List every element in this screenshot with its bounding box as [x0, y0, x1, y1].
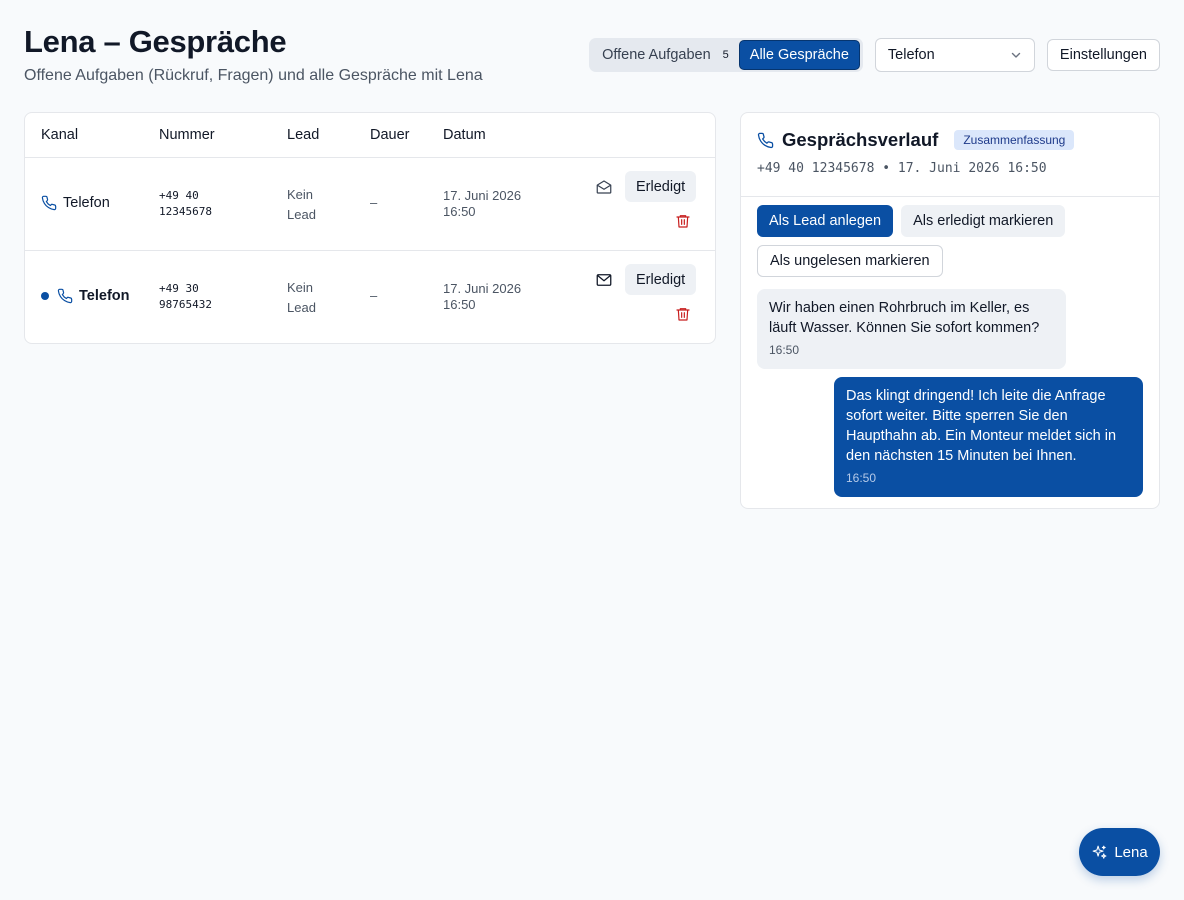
- settings-button[interactable]: Einstellungen: [1046, 39, 1160, 71]
- page-title: Lena – Gespräche: [24, 24, 287, 59]
- done-button[interactable]: Erledigt: [625, 264, 697, 295]
- channel-cell: Telefon: [41, 195, 110, 211]
- conversation-detail-panel: Gesprächsverlauf Zusammenfassung +49 40 …: [740, 112, 1160, 509]
- fab-label: Lena: [1114, 843, 1148, 861]
- detail-actions: Als Lead anlegen Als erledigt markieren …: [757, 205, 1147, 277]
- done-button[interactable]: Erledigt: [625, 171, 697, 202]
- create-lead-button[interactable]: Als Lead anlegen: [757, 205, 894, 237]
- date: 17. Juni 2026 16:50: [443, 281, 522, 312]
- message-outgoing: Das klingt dringend! Ich leite die Anfra…: [834, 377, 1143, 497]
- unread-indicator: [41, 292, 49, 300]
- detail-title: Gesprächsverlauf: [782, 129, 939, 150]
- duration: –: [370, 288, 378, 303]
- sparkles-icon: [1092, 845, 1107, 859]
- view-toggle: Offene Aufgaben 5 Alle Gespräche: [589, 38, 863, 72]
- message-time: 16:50: [846, 471, 877, 485]
- mark-done-button[interactable]: Als erledigt markieren: [901, 205, 1066, 237]
- message-text: Wir haben einen Rohrbruch im Keller, es …: [769, 300, 1040, 336]
- date: 17. Juni 2026 16:50: [443, 188, 522, 219]
- table-header: Kanal Nummer Lead Dauer Datum: [25, 113, 715, 158]
- page-header: Lena – Gespräche Offene Aufgaben (Rückru…: [24, 24, 483, 86]
- mark-unread-button[interactable]: Als ungelesen markieren: [757, 245, 943, 277]
- detail-title-row: Gesprächsverlauf Zusammenfassung: [757, 129, 1143, 151]
- channel-select-value: Telefon: [887, 47, 935, 63]
- page-subtitle: Offene Aufgaben (Rückruf, Fragen) und al…: [24, 67, 483, 84]
- summary-badge[interactable]: Zusammenfassung: [954, 130, 1075, 150]
- detail-header: Gesprächsverlauf Zusammenfassung +49 40 …: [741, 113, 1159, 197]
- phone-number: +49 40 12345678: [159, 189, 212, 218]
- tab-all-conversations[interactable]: Alle Gespräche: [738, 40, 860, 70]
- tab-open-tasks-label: Offene Aufgaben: [602, 47, 711, 63]
- phone-number: +49 30 98765432: [159, 282, 212, 311]
- table-row[interactable]: Telefon +49 40 12345678 Kein Lead – 17. …: [25, 158, 715, 251]
- duration: –: [370, 195, 378, 210]
- open-tasks-count: 5: [722, 49, 729, 61]
- phone-icon: [57, 288, 73, 304]
- lead-status: Kein Lead: [287, 187, 316, 222]
- lead-status: Kein Lead: [287, 280, 316, 315]
- column-header-datum: Datum: [443, 127, 486, 143]
- channel-label: Telefon: [79, 288, 130, 304]
- conversations-table: Kanal Nummer Lead Dauer Datum Telefon +4…: [24, 112, 716, 344]
- column-header-kanal: Kanal: [41, 127, 79, 143]
- phone-icon: [757, 132, 774, 148]
- channel-cell: Telefon: [41, 288, 129, 304]
- chevron-down-icon: [1011, 52, 1021, 58]
- tab-open-tasks[interactable]: Offene Aufgaben 5: [592, 40, 739, 70]
- column-header-nummer: Nummer: [159, 127, 215, 143]
- message-incoming: Wir haben einen Rohrbruch im Keller, es …: [757, 289, 1066, 369]
- channel-label: Telefon: [63, 195, 110, 211]
- trash-icon[interactable]: [675, 213, 691, 229]
- detail-meta: +49 40 12345678 • 17. Juni 2026 16:50: [757, 161, 1047, 176]
- channel-select[interactable]: Telefon: [874, 38, 1035, 72]
- column-header-dauer: Dauer: [370, 127, 410, 143]
- mail-icon[interactable]: [595, 271, 613, 289]
- phone-icon: [41, 195, 57, 211]
- message-text: Das klingt dringend! Ich leite die Anfra…: [846, 388, 1117, 464]
- mail-open-icon[interactable]: [595, 178, 613, 196]
- toolbar: Offene Aufgaben 5 Alle Gespräche Telefon…: [589, 38, 1160, 72]
- table-row[interactable]: Telefon +49 30 98765432 Kein Lead – 17. …: [25, 251, 715, 343]
- lena-assistant-button[interactable]: Lena: [1079, 828, 1160, 876]
- trash-icon[interactable]: [675, 306, 691, 322]
- column-header-lead: Lead: [287, 127, 320, 143]
- message-time: 16:50: [769, 343, 800, 357]
